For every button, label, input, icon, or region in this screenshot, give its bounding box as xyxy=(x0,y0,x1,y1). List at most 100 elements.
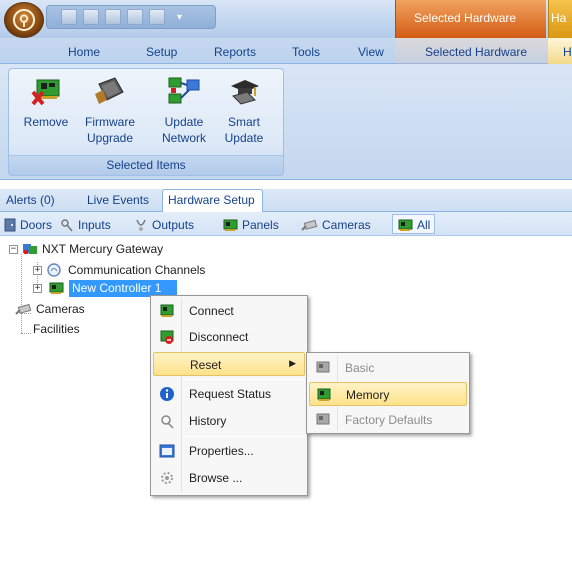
tab-view[interactable]: View xyxy=(358,45,384,59)
tree-label-facilities: Facilities xyxy=(33,322,80,336)
quick-access-toolbar: ▾ xyxy=(46,5,216,29)
document-tab-strip xyxy=(0,189,572,212)
all-hardware-icon xyxy=(398,219,413,231)
tab-h[interactable]: H xyxy=(563,45,572,59)
firmware-upgrade-label-2: Upgrade xyxy=(86,131,134,145)
tree-branch-facilities xyxy=(21,333,31,334)
submenu-label-factory-defaults: Factory Defaults xyxy=(345,413,433,427)
camera-icon xyxy=(15,303,32,315)
context-menu: Connect Disconnect Reset ▶ Request Statu… xyxy=(150,295,308,496)
save-icon[interactable] xyxy=(61,9,77,25)
filter-cameras-label: Cameras xyxy=(322,218,371,232)
app-logo-icon: ⚲ xyxy=(13,9,35,31)
submenu-label-basic: Basic xyxy=(345,361,375,375)
camera-icon xyxy=(301,219,318,231)
menu-label-disconnect: Disconnect xyxy=(189,330,249,344)
tree-node-communication-channels[interactable]: Communication Channels xyxy=(46,262,205,278)
application-menu-button[interactable]: ⚲ xyxy=(4,2,44,38)
smart-update-label-1: Smart xyxy=(227,115,260,129)
tree-expand-channels[interactable]: + xyxy=(33,266,42,275)
tree-collapse-root[interactable]: − xyxy=(9,245,18,254)
memory-board-icon xyxy=(317,388,331,401)
smart-update-button[interactable]: Smart Update xyxy=(214,74,274,146)
submenu-label-memory: Memory xyxy=(346,388,390,402)
context-tab-label: Selected Hardware xyxy=(414,11,517,25)
tree-line-root xyxy=(21,254,22,333)
customize-toolbar-icon[interactable]: ▾ xyxy=(177,12,182,23)
submenu-arrow-icon: ▶ xyxy=(289,358,296,368)
filter-doors[interactable]: Doors xyxy=(4,216,52,234)
tab-hardware-setup[interactable]: Hardware Setup xyxy=(168,193,255,207)
connect-icon xyxy=(160,304,174,317)
menu-item-properties[interactable]: Properties... xyxy=(153,439,305,463)
tab-reports[interactable]: Reports xyxy=(214,45,256,59)
disconnect-icon xyxy=(160,330,174,344)
remove-board-icon xyxy=(29,74,63,108)
filter-panels[interactable]: Panels xyxy=(222,216,279,234)
tree-node-controller-icon-wrap xyxy=(48,281,66,298)
menu-label-reset: Reset xyxy=(190,358,222,372)
tab-selected-hardware[interactable]: Selected Hardware xyxy=(425,45,527,59)
tree-node-facilities[interactable]: Facilities xyxy=(33,322,80,336)
factory-defaults-icon xyxy=(316,413,330,425)
controller-board-icon xyxy=(49,282,64,294)
firmware-upgrade-label-1: Firmware xyxy=(85,115,135,129)
tree-expand-controller[interactable]: + xyxy=(33,284,42,293)
menu-item-history[interactable]: History xyxy=(153,409,305,433)
tree-label-communication-channels: Communication Channels xyxy=(68,263,206,277)
open-icon[interactable] xyxy=(83,9,99,25)
submenu-item-memory[interactable]: Memory xyxy=(309,382,467,406)
filter-cameras[interactable]: Cameras xyxy=(300,216,371,234)
update-network-icon xyxy=(167,74,201,108)
output-icon xyxy=(136,219,146,231)
history-icon xyxy=(161,415,174,429)
tab-setup[interactable]: Setup xyxy=(146,45,177,59)
info-icon xyxy=(160,387,174,401)
menu-item-disconnect[interactable]: Disconnect xyxy=(153,325,305,349)
tree-label-new-controller: New Controller 1 xyxy=(72,281,162,295)
menu-label-connect: Connect xyxy=(189,304,234,318)
menu-label-properties: Properties... xyxy=(189,444,254,458)
filter-outputs[interactable]: Outputs xyxy=(134,216,194,234)
window-icon[interactable] xyxy=(149,9,165,25)
filter-inputs[interactable]: Inputs xyxy=(60,216,111,234)
remove-button[interactable]: Remove xyxy=(16,74,76,130)
gateway-icon xyxy=(23,244,37,254)
tree-node-cameras[interactable]: Cameras xyxy=(14,302,85,316)
filter-all-label: All xyxy=(417,218,431,232)
update-network-label-1: Update xyxy=(164,115,204,129)
context-tab-label-2: Ha xyxy=(551,11,567,25)
menu-label-history: History xyxy=(189,414,227,428)
tab-alerts[interactable]: Alerts (0) xyxy=(6,193,55,207)
firmware-upgrade-button[interactable]: Firmware Upgrade xyxy=(80,74,140,146)
properties-icon xyxy=(159,444,175,458)
filter-outputs-label: Outputs xyxy=(152,218,195,232)
tree-label-cameras: Cameras xyxy=(36,302,85,316)
remove-button-label: Remove xyxy=(23,115,69,129)
submenu-item-basic[interactable]: Basic xyxy=(309,356,467,380)
menu-item-connect[interactable]: Connect xyxy=(153,299,305,323)
tab-live-events[interactable]: Live Events xyxy=(87,193,149,207)
menu-item-reset[interactable]: Reset ▶ xyxy=(153,352,305,376)
users-icon[interactable] xyxy=(105,9,121,25)
update-network-label-2: Network xyxy=(161,131,206,145)
tab-tools[interactable]: Tools xyxy=(292,45,320,59)
filter-inputs-label: Inputs xyxy=(78,218,111,232)
update-network-button[interactable]: Update Network xyxy=(154,74,214,146)
menu-item-browse[interactable]: Browse ... xyxy=(153,466,305,490)
menu-separator xyxy=(183,436,305,437)
reset-submenu: Basic Memory Factory Defaults xyxy=(306,352,470,434)
browse-icon xyxy=(161,472,173,484)
filter-all[interactable]: All xyxy=(397,216,430,234)
menu-item-request-status[interactable]: Request Status xyxy=(153,382,305,406)
user-icon[interactable] xyxy=(127,9,143,25)
door-icon xyxy=(4,218,16,232)
smart-update-label-2: Update xyxy=(224,131,264,145)
panel-board-icon xyxy=(223,219,238,231)
tab-home[interactable]: Home xyxy=(68,45,100,59)
tree-node-gateway[interactable]: NXT Mercury Gateway xyxy=(22,242,163,256)
basic-board-icon xyxy=(316,361,330,373)
filter-doors-label: Doors xyxy=(20,218,53,232)
submenu-item-factory-defaults[interactable]: Factory Defaults xyxy=(309,408,467,432)
smart-update-icon xyxy=(227,74,261,108)
